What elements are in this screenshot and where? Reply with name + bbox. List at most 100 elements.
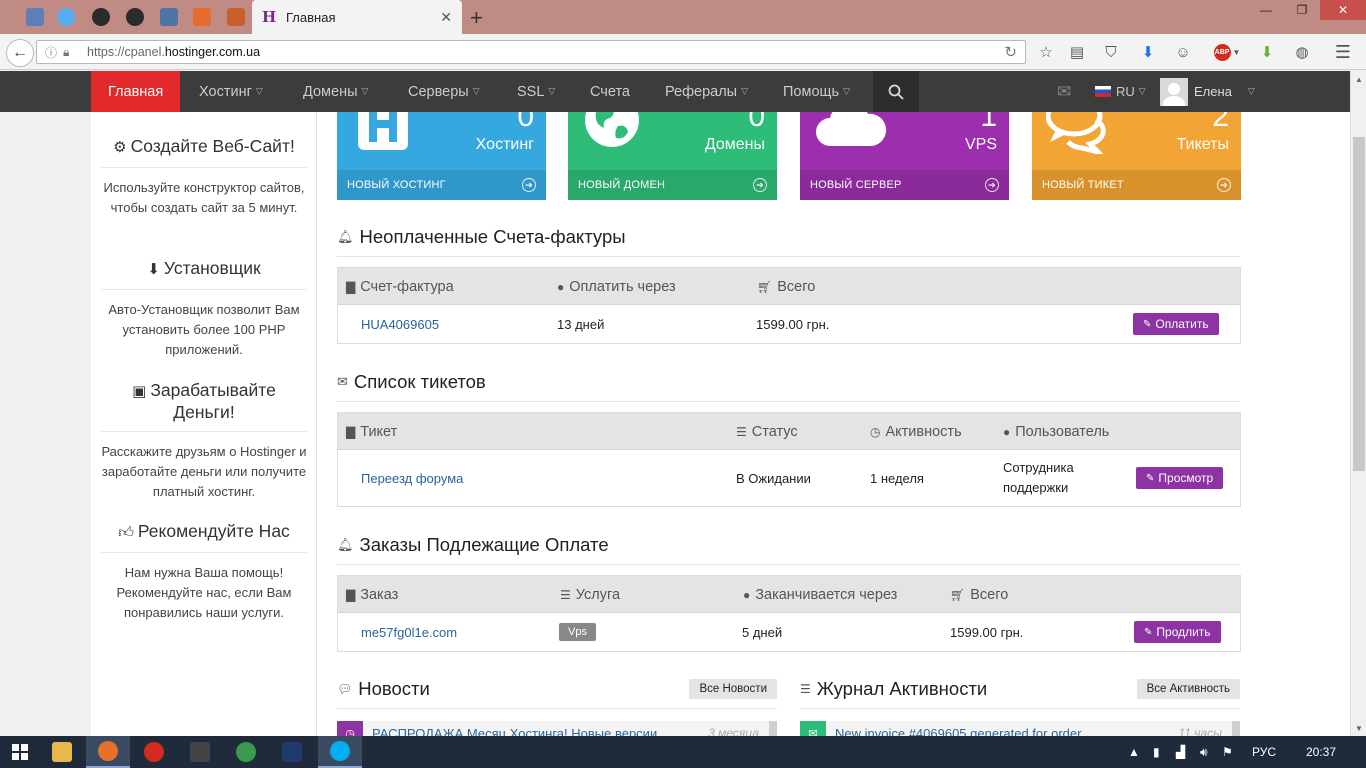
arrow-right-circle-icon: ➔ <box>753 178 767 192</box>
taskbar-app[interactable] <box>86 736 130 768</box>
stat-tile-domains[interactable]: 0 Домены НОВЫЙ ДОМЕН ➔ <box>568 112 777 200</box>
nav-help[interactable]: Помощь ▽ <box>783 71 850 112</box>
activity-text[interactable]: New invoice #4069605 generated for order <box>835 726 1081 737</box>
user-menu[interactable]: Елена ▽ <box>1160 71 1255 112</box>
nav-domains[interactable]: Домены ▽ <box>303 71 368 112</box>
nav-hosting[interactable]: Хостинг ▽ <box>199 71 263 112</box>
page-scrollbar[interactable]: ▲ ▼ <box>1350 71 1366 736</box>
pinned-tab[interactable] <box>86 3 116 31</box>
flag-icon[interactable]: ⚑ <box>1222 736 1233 768</box>
column-header[interactable]: 🛒︎ Всего <box>757 268 815 305</box>
sidebar-title[interactable]: ⬇ Установщик <box>101 258 307 290</box>
taskbar-app[interactable] <box>132 736 176 768</box>
all-activity-button[interactable]: Все Активность <box>1136 679 1240 699</box>
taskbar-app[interactable] <box>178 736 222 768</box>
renew-button[interactable]: ✎ Продлить <box>1134 621 1221 643</box>
ticket-subject[interactable]: Переезд форума <box>361 450 463 506</box>
new-tab-button[interactable]: + <box>470 5 483 31</box>
pay-button[interactable]: ✎ Оплатить <box>1133 313 1219 335</box>
url-host: hostinger.com.ua <box>164 45 261 59</box>
view-ticket-button[interactable]: ✎ Просмотр <box>1136 467 1224 489</box>
stat-tile-hosting[interactable]: 0 Хостинг НОВЫЙ ХОСТИНГ ➔ <box>337 112 546 200</box>
battery-icon[interactable]: ▮ <box>1153 736 1160 768</box>
invoice-link[interactable]: HUA4069605 <box>361 317 439 332</box>
tray-clock[interactable]: 20:37 <box>1306 736 1336 768</box>
scroll-up-icon[interactable]: ▲ <box>1351 71 1366 87</box>
column-header[interactable]: ● Заканчивается через <box>743 576 897 613</box>
nav-label: Домены <box>303 83 358 100</box>
stat-tile-tickets[interactable]: 2 Тикеты НОВЫЙ ТИКЕТ ➔ <box>1032 112 1241 200</box>
pinned-tab[interactable] <box>154 3 184 31</box>
nav-invoices[interactable]: Счета <box>590 71 630 112</box>
nav-servers[interactable]: Серверы ▽ <box>408 71 480 112</box>
order-link[interactable]: me57fg0l1e.com <box>361 625 457 640</box>
chat-icon[interactable]: ☺ <box>1173 42 1193 62</box>
hamburger-menu-icon[interactable]: ☰ <box>1333 42 1353 62</box>
pinned-tab[interactable] <box>20 3 50 31</box>
tray-language[interactable]: РУС <box>1252 736 1276 768</box>
stat-footer-link[interactable]: НОВЫЙ ДОМЕН ➔ <box>568 170 777 200</box>
restore-button[interactable]: ❐ <box>1284 0 1320 20</box>
invoice-id-link[interactable]: HUA4069605 <box>361 305 439 343</box>
column-header[interactable]: 🛒︎ Всего <box>950 576 1008 613</box>
pinned-tab[interactable] <box>120 3 150 31</box>
column-header[interactable]: ▇ Счет-фактура <box>346 268 454 305</box>
stat-footer-link[interactable]: НОВЫЙ СЕРВЕР ➔ <box>800 170 1009 200</box>
column-header[interactable]: ◷ Активность <box>870 413 962 450</box>
scroll-down-icon[interactable]: ▼ <box>1351 720 1366 736</box>
column-header[interactable]: ▇ Заказ <box>346 576 398 613</box>
column-header[interactable]: ☰ Услуга <box>560 576 620 613</box>
url-bar[interactable]: ⓘ 🔒︎ https://cpanel. hostinger.com.ua ↻ <box>36 40 1026 64</box>
pinned-tab[interactable] <box>51 3 81 31</box>
column-header[interactable]: ● Пользователь <box>1003 413 1109 450</box>
sidebar-title[interactable]: ▣ Зарабатывайте Деньги! <box>101 380 307 432</box>
reading-list-icon[interactable]: ▤ <box>1067 42 1087 62</box>
stat-footer-link[interactable]: НОВЫЙ ТИКЕТ ➔ <box>1032 170 1241 200</box>
downloader-icon[interactable]: ⬇ <box>1257 42 1277 62</box>
scrollbar-thumb[interactable] <box>1353 137 1365 471</box>
bookmark-star-icon[interactable]: ☆ <box>1036 42 1056 62</box>
window-close-button[interactable]: ✕ <box>1320 0 1366 20</box>
start-button[interactable] <box>0 736 40 768</box>
news-text[interactable]: РАСПРОДАЖА Месяц Хостинга! Новые версии <box>372 726 657 737</box>
all-news-button[interactable]: Все Новости <box>689 679 777 699</box>
back-button[interactable]: ← <box>6 39 34 67</box>
nav-messages[interactable]: ✉ <box>1057 71 1071 112</box>
pinned-tab[interactable] <box>187 3 217 31</box>
adblock-button[interactable]: ABP ▼ <box>1210 42 1244 62</box>
network-icon[interactable]: ▟ <box>1176 736 1185 768</box>
ticket-link[interactable]: Переезд форума <box>361 471 463 486</box>
sidebar-title[interactable]: ⚙ Создайте Веб-Сайт! <box>101 136 307 168</box>
activity-item[interactable]: ✉ New invoice #4069605 generated for ord… <box>800 721 1240 736</box>
minimize-button[interactable]: — <box>1248 0 1284 20</box>
pocket-icon[interactable]: ⛉ <box>1101 42 1121 62</box>
stat-footer-link[interactable]: НОВЫЙ ХОСТИНГ ➔ <box>337 170 546 200</box>
nav-search-button[interactable] <box>873 71 919 112</box>
download-icon[interactable]: ⬇ <box>1138 42 1158 62</box>
taskbar-app[interactable] <box>318 736 362 768</box>
nav-home[interactable]: Главная <box>91 71 181 112</box>
column-header[interactable]: ▇ Тикет <box>346 413 397 450</box>
taskbar-app[interactable] <box>270 736 314 768</box>
scrollbar[interactable] <box>1232 721 1240 736</box>
news-item[interactable]: ◷ РАСПРОДАЖА Месяц Хостинга! Новые верси… <box>337 721 777 736</box>
column-header[interactable]: ☰ Статус <box>736 413 798 450</box>
taskbar-app[interactable] <box>40 736 84 768</box>
reload-icon[interactable]: ↻ <box>1004 43 1017 61</box>
taskbar-app[interactable] <box>224 736 268 768</box>
scrollbar[interactable] <box>769 721 777 736</box>
active-tab[interactable]: H Главная ✕ <box>252 0 462 34</box>
column-header[interactable]: ● Оплатить через <box>557 268 676 305</box>
close-tab-icon[interactable]: ✕ <box>440 9 452 26</box>
tray-up-arrow-icon[interactable]: ▲ <box>1128 736 1140 768</box>
stat-tile-vps[interactable]: 1 VPS НОВЫЙ СЕРВЕР ➔ <box>800 112 1009 200</box>
volume-icon[interactable]: 🔊︎ <box>1200 736 1208 768</box>
nav-referrals[interactable]: Рефералы ▽ <box>665 71 748 112</box>
extension-globe-icon[interactable]: ◍ <box>1292 42 1312 62</box>
pinned-tab[interactable] <box>221 3 251 31</box>
order-domain[interactable]: me57fg0l1e.com <box>361 613 457 651</box>
nav-ssl[interactable]: SSL ▽ <box>517 71 555 112</box>
sidebar-title[interactable]: 👍︎ Рекомендуйте Нас <box>101 521 307 553</box>
language-selector[interactable]: RU ▽ <box>1095 71 1146 112</box>
comments-icon <box>1046 112 1106 154</box>
